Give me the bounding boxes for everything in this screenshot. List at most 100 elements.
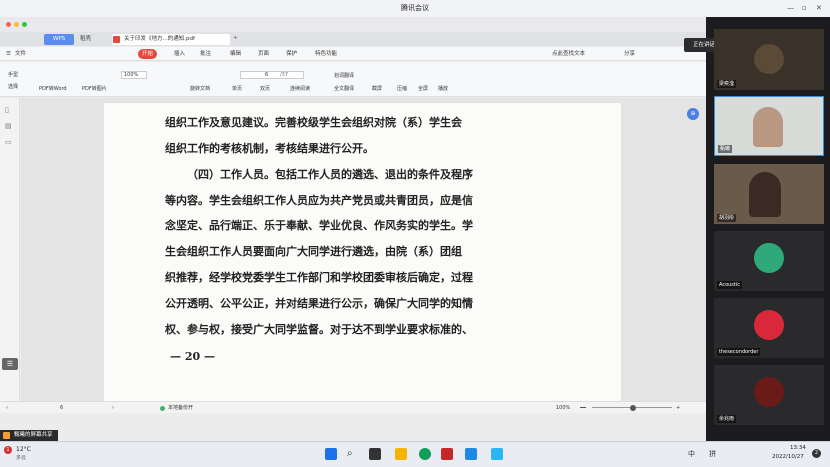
- participant-tile-active[interactable]: 甄曦: [714, 96, 824, 156]
- notification-badge[interactable]: 2: [812, 449, 821, 458]
- participant-name: 余兆雨: [717, 415, 737, 423]
- backup-status-icon: [160, 406, 165, 411]
- weather-temp[interactable]: 12°C: [16, 446, 31, 453]
- participant-tile[interactable]: 梁奕滢: [714, 29, 824, 90]
- tab-docer[interactable]: 稻壳: [80, 34, 110, 45]
- menu-file[interactable]: 文件: [15, 47, 26, 61]
- wps-titlebar: [0, 17, 706, 32]
- meeting-app-icon[interactable]: [465, 448, 477, 460]
- participant-name: 甄曦: [718, 145, 733, 153]
- doc-line: 等内容。学生会组织工作人员应为共产党员或共青团员，应是信: [165, 194, 473, 207]
- tab-pdf[interactable]: 关于印发《地方...的通知.pdf: [112, 34, 230, 45]
- participant-tile[interactable]: Acoustic: [714, 231, 824, 291]
- search-icon[interactable]: ⌕: [347, 448, 359, 460]
- participant-name: 胡羽彤: [717, 214, 737, 222]
- participant-tile[interactable]: thesecondorder: [714, 298, 824, 358]
- thumbnail-icon[interactable]: ▤: [5, 122, 12, 130]
- doc-line: （四）工作人员。包括工作人员的遴选、退出的条件及程序: [187, 168, 473, 181]
- ime-indicator[interactable]: 中: [688, 449, 695, 459]
- participant-tile[interactable]: 胡羽彤: [714, 164, 824, 224]
- pdf-to-image-button[interactable]: PDF转图片: [82, 85, 107, 92]
- clock-time[interactable]: 13:34: [790, 445, 806, 451]
- select-tool[interactable]: 选择: [8, 83, 18, 90]
- list-toggle-icon[interactable]: ☰: [2, 358, 18, 370]
- ime-mode[interactable]: 拼: [709, 449, 716, 459]
- doc-line: 念坚定、品行端正、乐于奉献、学业优良、作风务实的学生。学: [165, 219, 473, 232]
- tab-bar: WPS 稻壳 关于印发《地方...的通知.pdf +: [0, 32, 706, 46]
- avatar: [754, 310, 784, 340]
- fullscreen-button[interactable]: 全屏: [418, 85, 428, 92]
- left-sidebar: ▯ ▤ ▭ ☰: [0, 98, 20, 418]
- share-bar: [0, 413, 706, 441]
- page-number: — 20 —: [170, 350, 215, 363]
- continuous-button[interactable]: 连续阅读: [290, 85, 310, 92]
- close-icon[interactable]: ✕: [816, 0, 822, 17]
- meeting-title: 腾讯会议: [0, 0, 830, 17]
- menu-bar: ☰ 文件 开始 插入 批注 编辑 页面 保护 特色功能 点此查找文本 分享: [0, 47, 706, 61]
- pdf-to-word-button[interactable]: PDF转Word: [39, 85, 67, 92]
- new-tab-icon[interactable]: +: [233, 33, 238, 44]
- window-red-dot[interactable]: [6, 22, 11, 27]
- menu-page[interactable]: 页面: [258, 47, 269, 61]
- rotate-button[interactable]: 旋转文档: [190, 85, 210, 92]
- file-explorer-icon[interactable]: [395, 448, 407, 460]
- doc-line: 织推荐，经学校党委学生工作部门和学校团委审核后确定，过程: [165, 271, 473, 284]
- task-view-icon[interactable]: [369, 448, 381, 460]
- page-input[interactable]: 6: [240, 71, 304, 79]
- compress-button[interactable]: 压缩: [397, 85, 407, 92]
- minimize-icon[interactable]: —: [787, 0, 794, 17]
- toolbar: 手型 选择 PDF转Word PDF转图片 100% 旋转文档 6 /37 单页…: [0, 62, 706, 97]
- zoom-thumb[interactable]: [630, 405, 636, 411]
- participant-name: Acoustic: [717, 281, 743, 289]
- single-page-button[interactable]: 单页: [232, 85, 242, 92]
- start-icon[interactable]: [325, 448, 337, 460]
- doc-line: 组织工作及意见建议。完善校级学生会组织对院（系）学生会: [165, 116, 462, 129]
- participant-tile[interactable]: 余兆雨: [714, 365, 824, 425]
- menu-comment[interactable]: 批注: [200, 47, 211, 61]
- avatar: [754, 377, 784, 407]
- bookmark-icon[interactable]: ▯: [5, 106, 9, 114]
- avatar: [754, 44, 784, 74]
- tab-wps[interactable]: WPS: [44, 34, 74, 45]
- menu-features[interactable]: 特色功能: [315, 47, 337, 61]
- share-button[interactable]: 分享: [624, 47, 635, 61]
- menu-insert[interactable]: 插入: [174, 47, 185, 61]
- doc-line: 公开透明、公平公正，并对结果进行公示，确保广大同学的知情: [165, 297, 473, 310]
- assistant-icon[interactable]: ⊕: [687, 108, 699, 120]
- wps-icon[interactable]: [441, 448, 453, 460]
- hand-tool[interactable]: 手型: [8, 71, 18, 78]
- doc-line: 组织工作的考核机制，考核结果进行公开。: [165, 142, 374, 155]
- doc-line: 权、参与权，接受广大同学监督。对于达不到学业要求标准的、: [165, 323, 473, 336]
- pdf-icon: [113, 36, 120, 43]
- edge-icon[interactable]: [419, 448, 431, 460]
- zoom-select[interactable]: 100%: [121, 71, 148, 79]
- double-page-button[interactable]: 双页: [260, 85, 270, 92]
- menu-start[interactable]: 开始: [138, 49, 158, 59]
- chat-app-icon[interactable]: [491, 448, 503, 460]
- avatar: [753, 107, 783, 147]
- maximize-icon[interactable]: ▫: [802, 0, 807, 17]
- weather-desc: 多云: [16, 455, 27, 461]
- weather-badge: 1: [4, 446, 12, 454]
- search-text-button[interactable]: 点此查找文本: [552, 47, 585, 61]
- zoom-out-icon[interactable]: [580, 407, 586, 408]
- hamburger-icon[interactable]: ☰: [6, 47, 11, 61]
- comment-icon[interactable]: ▭: [5, 138, 12, 146]
- play-button[interactable]: 播放: [438, 85, 448, 92]
- page-total: /37: [280, 72, 289, 78]
- taskbar: [0, 441, 830, 467]
- screenshot-button[interactable]: 截屏: [372, 85, 382, 92]
- participant-name: 梁奕滢: [717, 80, 737, 88]
- status-bar: ‹ 6 › 本地备份开 100% +: [0, 401, 706, 413]
- window-yellow-dot[interactable]: [14, 22, 19, 27]
- participant-name: thesecondorder: [717, 348, 761, 356]
- menu-edit[interactable]: 编辑: [230, 47, 241, 61]
- clock-date: 2022/10/27: [772, 454, 804, 460]
- avatar: [749, 172, 781, 217]
- window-green-dot[interactable]: [22, 22, 27, 27]
- translate-select-button[interactable]: 划词翻译: [334, 72, 354, 79]
- user-icon: [3, 432, 10, 439]
- avatar: [754, 243, 784, 273]
- translate-full-button[interactable]: 全文翻译: [334, 85, 354, 92]
- menu-protect[interactable]: 保护: [286, 47, 297, 61]
